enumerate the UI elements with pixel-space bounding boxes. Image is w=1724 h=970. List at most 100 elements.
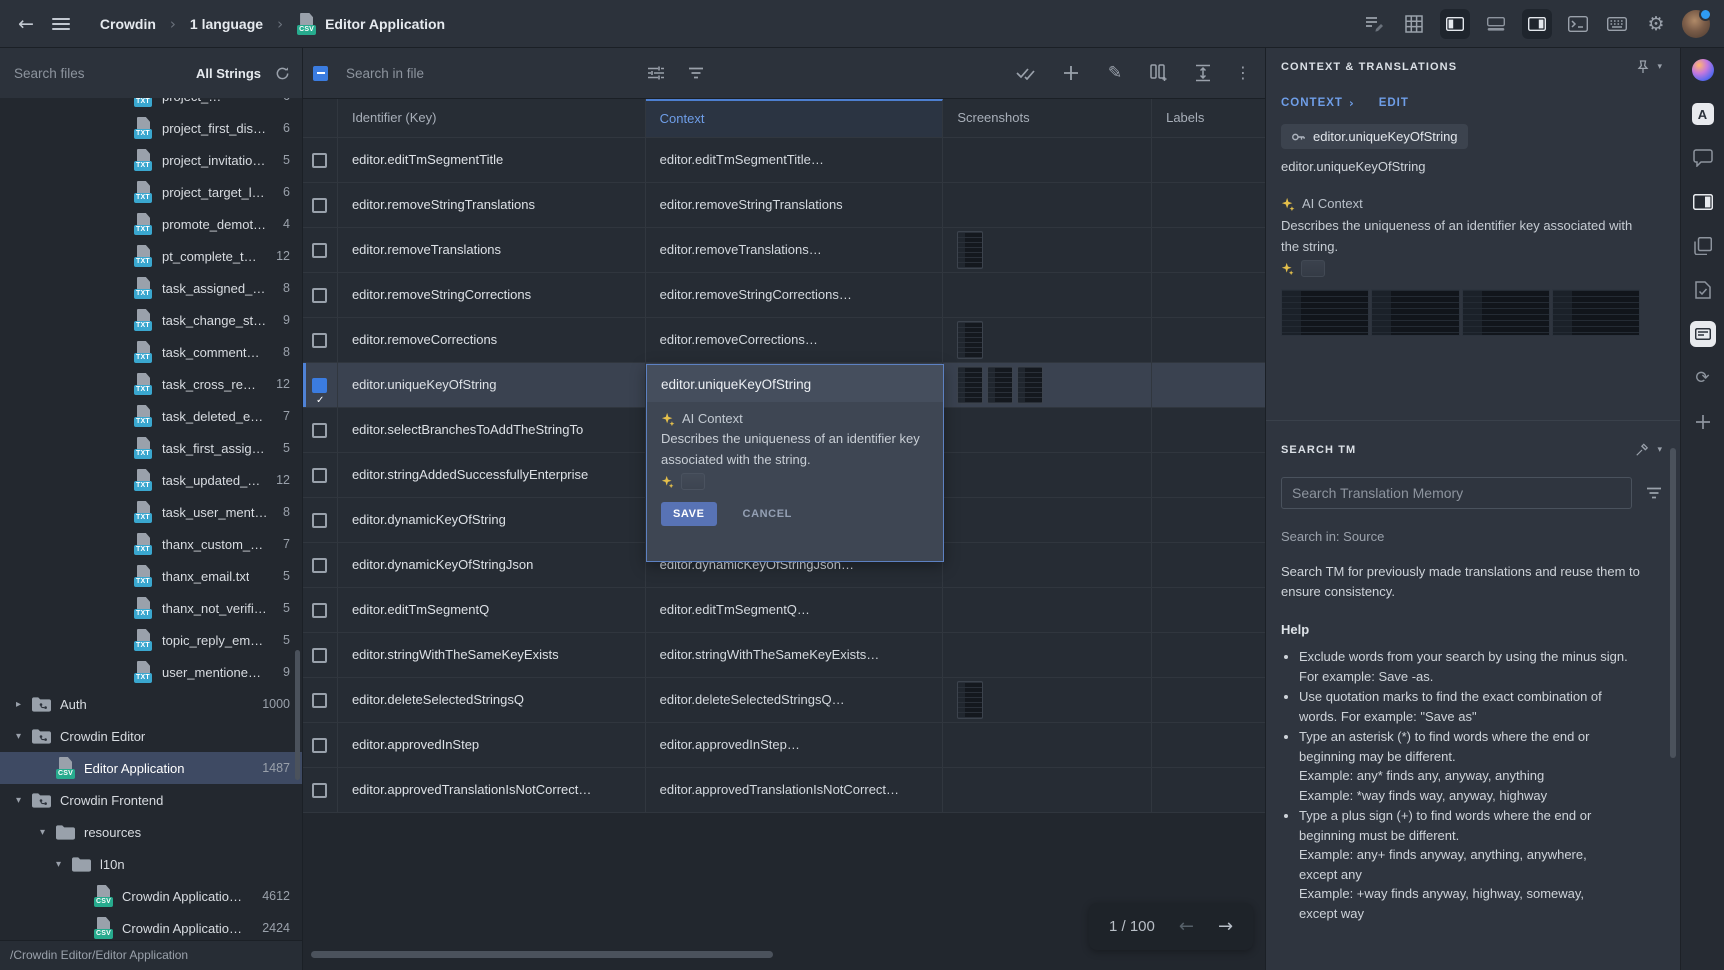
- cancel-button[interactable]: CANCEL: [737, 507, 798, 521]
- string-context[interactable]: editor.approvedInStep…: [646, 723, 944, 767]
- row-checkbox[interactable]: [312, 783, 327, 798]
- add-panel-icon[interactable]: [1690, 409, 1716, 435]
- manage-columns-icon[interactable]: [1147, 61, 1171, 85]
- string-key[interactable]: editor.approvedInStep: [338, 723, 646, 767]
- string-screenshots[interactable]: [943, 363, 1152, 407]
- string-key-chip[interactable]: editor.uniqueKeyOfString: [1281, 124, 1468, 149]
- expand-arrow-icon[interactable]: ▾▸: [40, 827, 56, 838]
- string-key[interactable]: editor.removeTranslations: [338, 228, 646, 272]
- screenshot-thumbnail[interactable]: [1462, 289, 1550, 336]
- sidebar-file-item[interactable]: ▾▸ TXT CSV project_… 6: [0, 98, 302, 112]
- string-labels[interactable]: [1152, 588, 1265, 632]
- string-labels[interactable]: [1152, 318, 1265, 362]
- string-screenshots[interactable]: [943, 633, 1152, 677]
- keyboard-icon[interactable]: [1604, 11, 1630, 37]
- sync-icon[interactable]: ⟳: [1690, 365, 1716, 391]
- string-labels[interactable]: [1152, 408, 1265, 452]
- string-key[interactable]: editor.selectBranchesToAddTheStringTo: [338, 408, 646, 452]
- row-checkbox[interactable]: [312, 378, 327, 393]
- sidebar-file-item[interactable]: ▾▸ TXT CSV project_invitatio… 5: [0, 144, 302, 176]
- string-screenshots[interactable]: [943, 318, 1152, 362]
- sidebar-file-item[interactable]: ▾▸ TXT CSV topic_reply_em… 5: [0, 624, 302, 656]
- grid-view-icon[interactable]: [1401, 11, 1427, 37]
- sidebar-file-item[interactable]: ▾▸ TXT CSV resources: [0, 816, 302, 848]
- chevron-down-icon[interactable]: ▾: [1657, 445, 1662, 455]
- string-context[interactable]: editor.removeStringCorrections…: [646, 273, 944, 317]
- sidebar-file-item[interactable]: ▾▸ TXT CSV promote_demot… 4: [0, 208, 302, 240]
- string-screenshots[interactable]: [943, 138, 1152, 182]
- screenshot-thumbnail[interactable]: [957, 681, 983, 719]
- sidebar-file-item[interactable]: ▾▸ TXT CSV thanx_not_verifi… 5: [0, 592, 302, 624]
- row-checkbox[interactable]: [312, 693, 327, 708]
- select-all-checkbox[interactable]: [313, 66, 328, 81]
- string-key[interactable]: editor.dynamicKeyOfString: [338, 498, 646, 542]
- context-panel-icon[interactable]: [1690, 189, 1716, 215]
- string-key[interactable]: editor.stringAddedSuccessfullyEnterprise: [338, 453, 646, 497]
- sidebar-file-item[interactable]: ▾▸ TXT CSV Crowdin Frontend: [0, 784, 302, 816]
- ai-context-description[interactable]: Describes the uniqueness of an identifie…: [661, 428, 929, 470]
- sidebar-file-item[interactable]: ▾▸ TXT CSV Editor Application 1487: [0, 752, 302, 784]
- string-key[interactable]: editor.uniqueKeyOfString: [338, 363, 646, 407]
- sidebar-file-item[interactable]: ▾▸ TXT CSV task_comment… 8: [0, 336, 302, 368]
- column-header-labels[interactable]: Labels: [1152, 99, 1265, 137]
- row-checkbox[interactable]: [312, 288, 327, 303]
- next-page-icon[interactable]: →: [1218, 916, 1233, 937]
- screenshot-thumbnail[interactable]: [1017, 366, 1043, 404]
- tab-edit[interactable]: EDIT: [1379, 97, 1409, 109]
- string-key[interactable]: editor.editTmSegmentTitle: [338, 138, 646, 182]
- string-context[interactable]: editor.removeStringTranslations: [646, 183, 944, 227]
- string-screenshots[interactable]: [943, 498, 1152, 542]
- row-checkbox[interactable]: [312, 648, 327, 663]
- string-labels[interactable]: [1152, 678, 1265, 722]
- expand-arrow-icon[interactable]: ▾▸: [16, 699, 32, 710]
- string-context[interactable]: editor.editTmSegmentTitle…: [646, 138, 944, 182]
- string-screenshots[interactable]: [943, 678, 1152, 722]
- string-key[interactable]: editor.approvedTranslationIsNotCorrect…: [338, 768, 646, 812]
- menu-icon[interactable]: [52, 18, 70, 30]
- prev-page-icon[interactable]: ←: [1179, 916, 1194, 937]
- tab-context[interactable]: CONTEXT›: [1281, 96, 1355, 110]
- sidebar-file-item[interactable]: ▾▸ TXT CSV Crowdin Editor: [0, 720, 302, 752]
- sidebar-file-item[interactable]: ▾▸ TXT CSV task_change_st… 9: [0, 304, 302, 336]
- table-row[interactable]: editor.removeCorrections editor.removeCo…: [303, 318, 1265, 363]
- string-key[interactable]: editor.deleteSelectedStringsQ: [338, 678, 646, 722]
- expand-arrow-icon[interactable]: ▾▸: [16, 731, 32, 742]
- approve-all-icon[interactable]: [1015, 61, 1039, 85]
- screenshot-thumbnail[interactable]: [957, 321, 983, 359]
- string-labels[interactable]: [1152, 183, 1265, 227]
- string-labels[interactable]: [1152, 363, 1265, 407]
- string-screenshots[interactable]: [943, 228, 1152, 272]
- table-row[interactable]: editor.approvedTranslationIsNotCorrect… …: [303, 768, 1265, 813]
- string-key[interactable]: editor.removeStringCorrections: [338, 273, 646, 317]
- string-labels[interactable]: [1152, 498, 1265, 542]
- string-labels[interactable]: [1152, 453, 1265, 497]
- string-labels[interactable]: [1152, 768, 1265, 812]
- screenshot-thumbnail[interactable]: [957, 366, 983, 404]
- string-key[interactable]: editor.stringWithTheSameKeyExists: [338, 633, 646, 677]
- string-key[interactable]: editor.removeCorrections: [338, 318, 646, 362]
- sidebar-file-item[interactable]: ▾▸ TXT CSV task_user_ment… 8: [0, 496, 302, 528]
- string-screenshots[interactable]: [943, 723, 1152, 767]
- expand-arrow-icon[interactable]: ▾▸: [56, 859, 72, 870]
- row-checkbox[interactable]: [312, 603, 327, 618]
- sidebar-file-item[interactable]: ▾▸ TXT CSV project_target_l… 6: [0, 176, 302, 208]
- context-edit-value[interactable]: editor.uniqueKeyOfString: [647, 365, 943, 402]
- string-key[interactable]: editor.dynamicKeyOfStringJson: [338, 543, 646, 587]
- row-checkbox[interactable]: [312, 468, 327, 483]
- terminal-icon[interactable]: [1565, 11, 1591, 37]
- row-checkbox[interactable]: [312, 738, 327, 753]
- string-labels[interactable]: [1152, 273, 1265, 317]
- string-labels[interactable]: [1152, 543, 1265, 587]
- back-icon[interactable]: ←: [18, 13, 34, 35]
- sidebar-file-item[interactable]: ▾▸ TXT CSV Crowdin Applicatio… 4612: [0, 880, 302, 912]
- save-button[interactable]: SAVE: [661, 502, 717, 526]
- refresh-icon[interactable]: [275, 66, 290, 81]
- sidebar-file-item[interactable]: ▾▸ TXT CSV project_first_dis… 6: [0, 112, 302, 144]
- search-in-scope[interactable]: Search in: Source: [1281, 529, 1640, 544]
- comments-icon[interactable]: [1690, 145, 1716, 171]
- string-screenshots[interactable]: [943, 453, 1152, 497]
- screenshot-thumbnail[interactable]: [1281, 289, 1369, 336]
- string-context[interactable]: editor.removeCorrections…: [646, 318, 944, 362]
- column-header-context[interactable]: Context: [646, 99, 944, 137]
- string-key[interactable]: editor.editTmSegmentQ: [338, 588, 646, 632]
